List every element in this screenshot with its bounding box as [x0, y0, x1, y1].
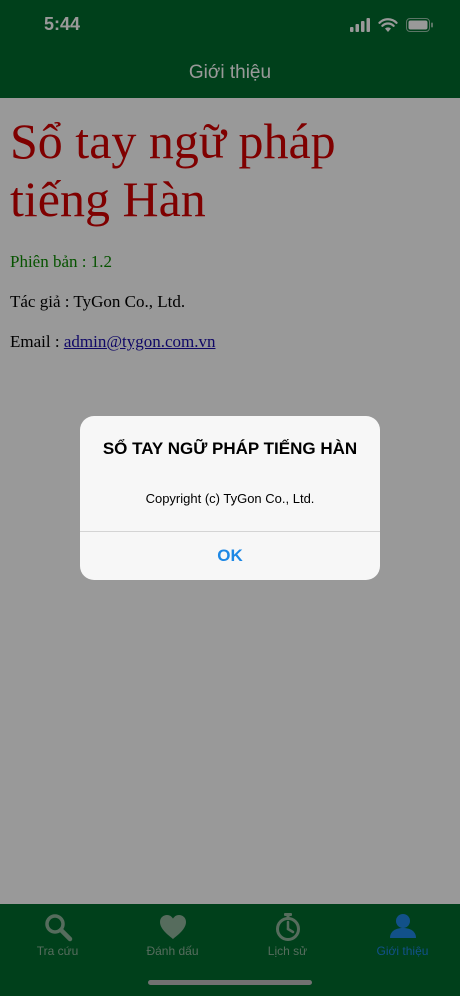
alert-message: Copyright (c) TyGon Co., Ltd.: [145, 491, 315, 506]
alert-title: SỔ TAY NGỮ PHÁP TIẾNG HÀN: [102, 439, 358, 458]
alert-dialog: SỔ TAY NGỮ PHÁP TIẾNG HÀN Copyright (c) …: [80, 416, 380, 580]
ok-button[interactable]: OK: [80, 532, 380, 580]
